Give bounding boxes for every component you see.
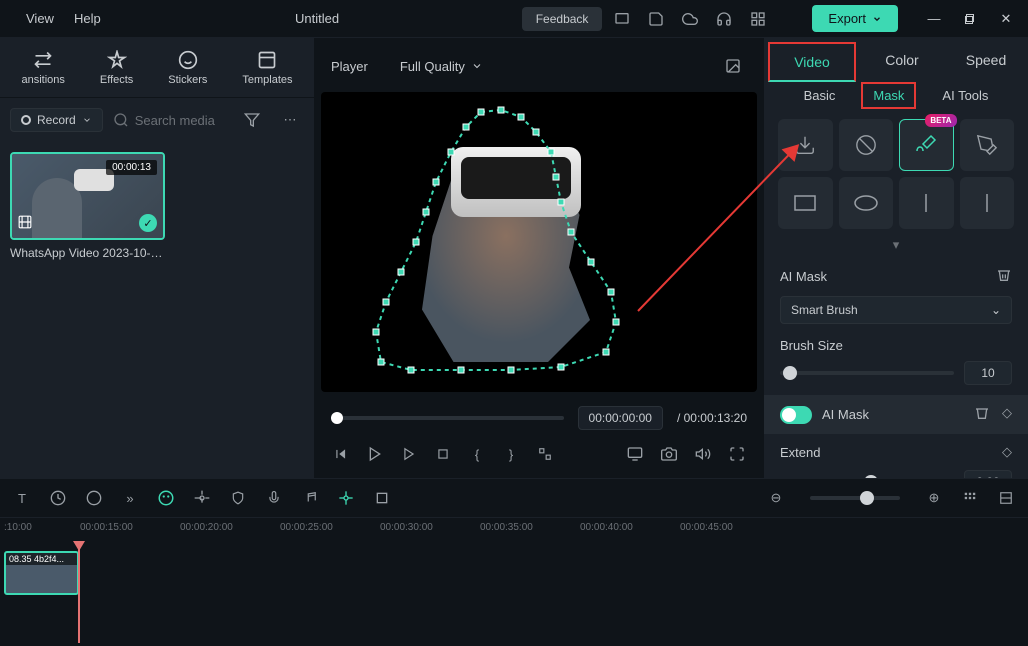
bracket-open-button[interactable]: { — [467, 444, 487, 464]
tl-layout-button[interactable] — [996, 488, 1016, 508]
ai-mask-label: AI Mask — [780, 269, 827, 284]
player-label: Player — [331, 59, 368, 74]
preview-panel: Player Full Quality 00:00:00:00 / 00:00:… — [315, 38, 763, 478]
image-icon[interactable] — [719, 52, 747, 80]
tl-music-button[interactable] — [300, 488, 320, 508]
extend-label: Extend — [780, 445, 820, 460]
extend-value[interactable]: 0.00 — [964, 470, 1012, 478]
tl-text-button[interactable]: T — [12, 488, 32, 508]
search-input[interactable]: Search media — [113, 112, 228, 128]
tab-speed[interactable]: Speed — [944, 42, 1028, 78]
zoom-slider[interactable] — [810, 496, 900, 500]
subtab-mask[interactable]: Mask — [861, 82, 916, 109]
check-icon: ✓ — [139, 214, 157, 232]
project-title: Untitled — [295, 11, 339, 26]
menu-help[interactable]: Help — [74, 11, 101, 26]
tab-video[interactable]: Video — [768, 42, 856, 82]
keyframe-extend[interactable]: ◇ — [1002, 444, 1012, 460]
mask-lineh-button[interactable] — [960, 177, 1015, 229]
timeline-ruler[interactable]: :10:00 00:00:15:00 00:00:20:00 00:00:25:… — [0, 517, 1028, 543]
tl-timer-button[interactable] — [48, 488, 68, 508]
tl-palette-button[interactable] — [84, 488, 104, 508]
titlebar: View Help Untitled Feedback Export — ✕ — [0, 0, 1028, 38]
brush-size-label: Brush Size — [780, 338, 843, 353]
stop-button[interactable] — [433, 444, 453, 464]
tl-zoom-in-button[interactable]: ⊕ — [924, 488, 944, 508]
filter-icon[interactable] — [238, 106, 266, 134]
expand-shapes[interactable]: ▾ — [764, 233, 1028, 257]
record-button[interactable]: Record — [10, 108, 103, 132]
ai-mask-toggle[interactable] — [780, 406, 812, 424]
menu-view[interactable]: View — [26, 11, 54, 26]
media-thumbnail[interactable]: 00:00:13 ✓ — [10, 152, 165, 240]
apps-icon[interactable] — [744, 5, 772, 33]
tl-mic-button[interactable] — [264, 488, 284, 508]
tl-more-button[interactable]: » — [120, 488, 140, 508]
save-icon[interactable] — [642, 5, 670, 33]
cloud-icon[interactable] — [676, 5, 704, 33]
mask-brush-button[interactable]: BETA — [899, 119, 954, 171]
snapshot-button[interactable] — [659, 444, 679, 464]
scrubber[interactable] — [331, 416, 564, 420]
media-panel: ansitions Effects Stickers Templates Rec… — [0, 38, 315, 478]
tl-crop-button[interactable] — [372, 488, 392, 508]
mask-linev-button[interactable] — [899, 177, 954, 229]
ai-mask-toggle-label: AI Mask — [822, 407, 869, 422]
tl-marker-button[interactable] — [336, 488, 356, 508]
prev-frame-button[interactable] — [331, 444, 351, 464]
tab-stickers[interactable]: Stickers — [168, 50, 207, 86]
media-label: WhatsApp Video 2023-10-05... — [10, 246, 165, 260]
time-total: / 00:00:13:20 — [677, 411, 747, 425]
mask-ellipse-button[interactable] — [839, 177, 894, 229]
subtab-basic[interactable]: Basic — [794, 84, 846, 107]
properties-panel: Video Color Speed Basic Mask AI Tools BE… — [763, 38, 1028, 478]
film-icon — [18, 215, 32, 232]
next-button[interactable] — [399, 444, 419, 464]
playhead[interactable] — [78, 543, 80, 643]
tl-ai-button[interactable] — [156, 488, 176, 508]
mask-pen-button[interactable] — [960, 119, 1015, 171]
matrix-button[interactable] — [535, 444, 555, 464]
tl-shield-button[interactable] — [228, 488, 248, 508]
tab-effects[interactable]: Effects — [100, 50, 133, 86]
quality-select[interactable]: Full Quality — [400, 59, 483, 74]
headphones-icon[interactable] — [710, 5, 738, 33]
timeline-clip[interactable]: 08.35 4b2f4... — [4, 551, 79, 595]
minimize-button[interactable]: — — [920, 5, 948, 33]
mask-import-button[interactable] — [778, 119, 833, 171]
preview-canvas[interactable] — [321, 92, 757, 392]
keyframe-icon[interactable]: ◇ — [1002, 405, 1012, 424]
play-button[interactable] — [365, 444, 385, 464]
mask-none-button[interactable] — [839, 119, 894, 171]
delete-icon-2[interactable] — [974, 405, 990, 424]
export-button[interactable]: Export — [812, 5, 898, 32]
close-button[interactable]: ✕ — [992, 5, 1020, 33]
maximize-button[interactable] — [956, 5, 984, 33]
timeline: T » ⊖ ⊕ :10:00 00:00:15:00 00:00:20:00 0… — [0, 478, 1028, 646]
time-current: 00:00:00:00 — [578, 406, 663, 430]
duration-badge: 00:00:13 — [106, 160, 157, 175]
more-icon[interactable]: ⋯ — [276, 106, 304, 134]
tab-color[interactable]: Color — [860, 42, 944, 78]
tab-transitions[interactable]: ansitions — [21, 50, 64, 86]
subtab-ai[interactable]: AI Tools — [932, 84, 998, 107]
screen-icon[interactable] — [608, 5, 636, 33]
brush-size-slider[interactable] — [780, 371, 954, 375]
brush-size-value[interactable]: 10 — [964, 361, 1012, 385]
feedback-button[interactable]: Feedback — [522, 7, 603, 31]
bracket-close-button[interactable]: } — [501, 444, 521, 464]
tl-gear2-button[interactable] — [192, 488, 212, 508]
monitor-button[interactable] — [625, 444, 645, 464]
volume-button[interactable] — [693, 444, 713, 464]
tl-zoom-out-button[interactable]: ⊖ — [766, 488, 786, 508]
mask-rect-button[interactable] — [778, 177, 833, 229]
delete-icon[interactable] — [996, 267, 1012, 286]
beta-badge: BETA — [925, 114, 956, 127]
tab-templates[interactable]: Templates — [242, 50, 292, 86]
ai-mask-select[interactable]: Smart Brush⌄ — [780, 296, 1012, 324]
fullscreen-button[interactable] — [727, 444, 747, 464]
search-icon — [113, 112, 129, 128]
tl-grid-button[interactable] — [960, 488, 980, 508]
